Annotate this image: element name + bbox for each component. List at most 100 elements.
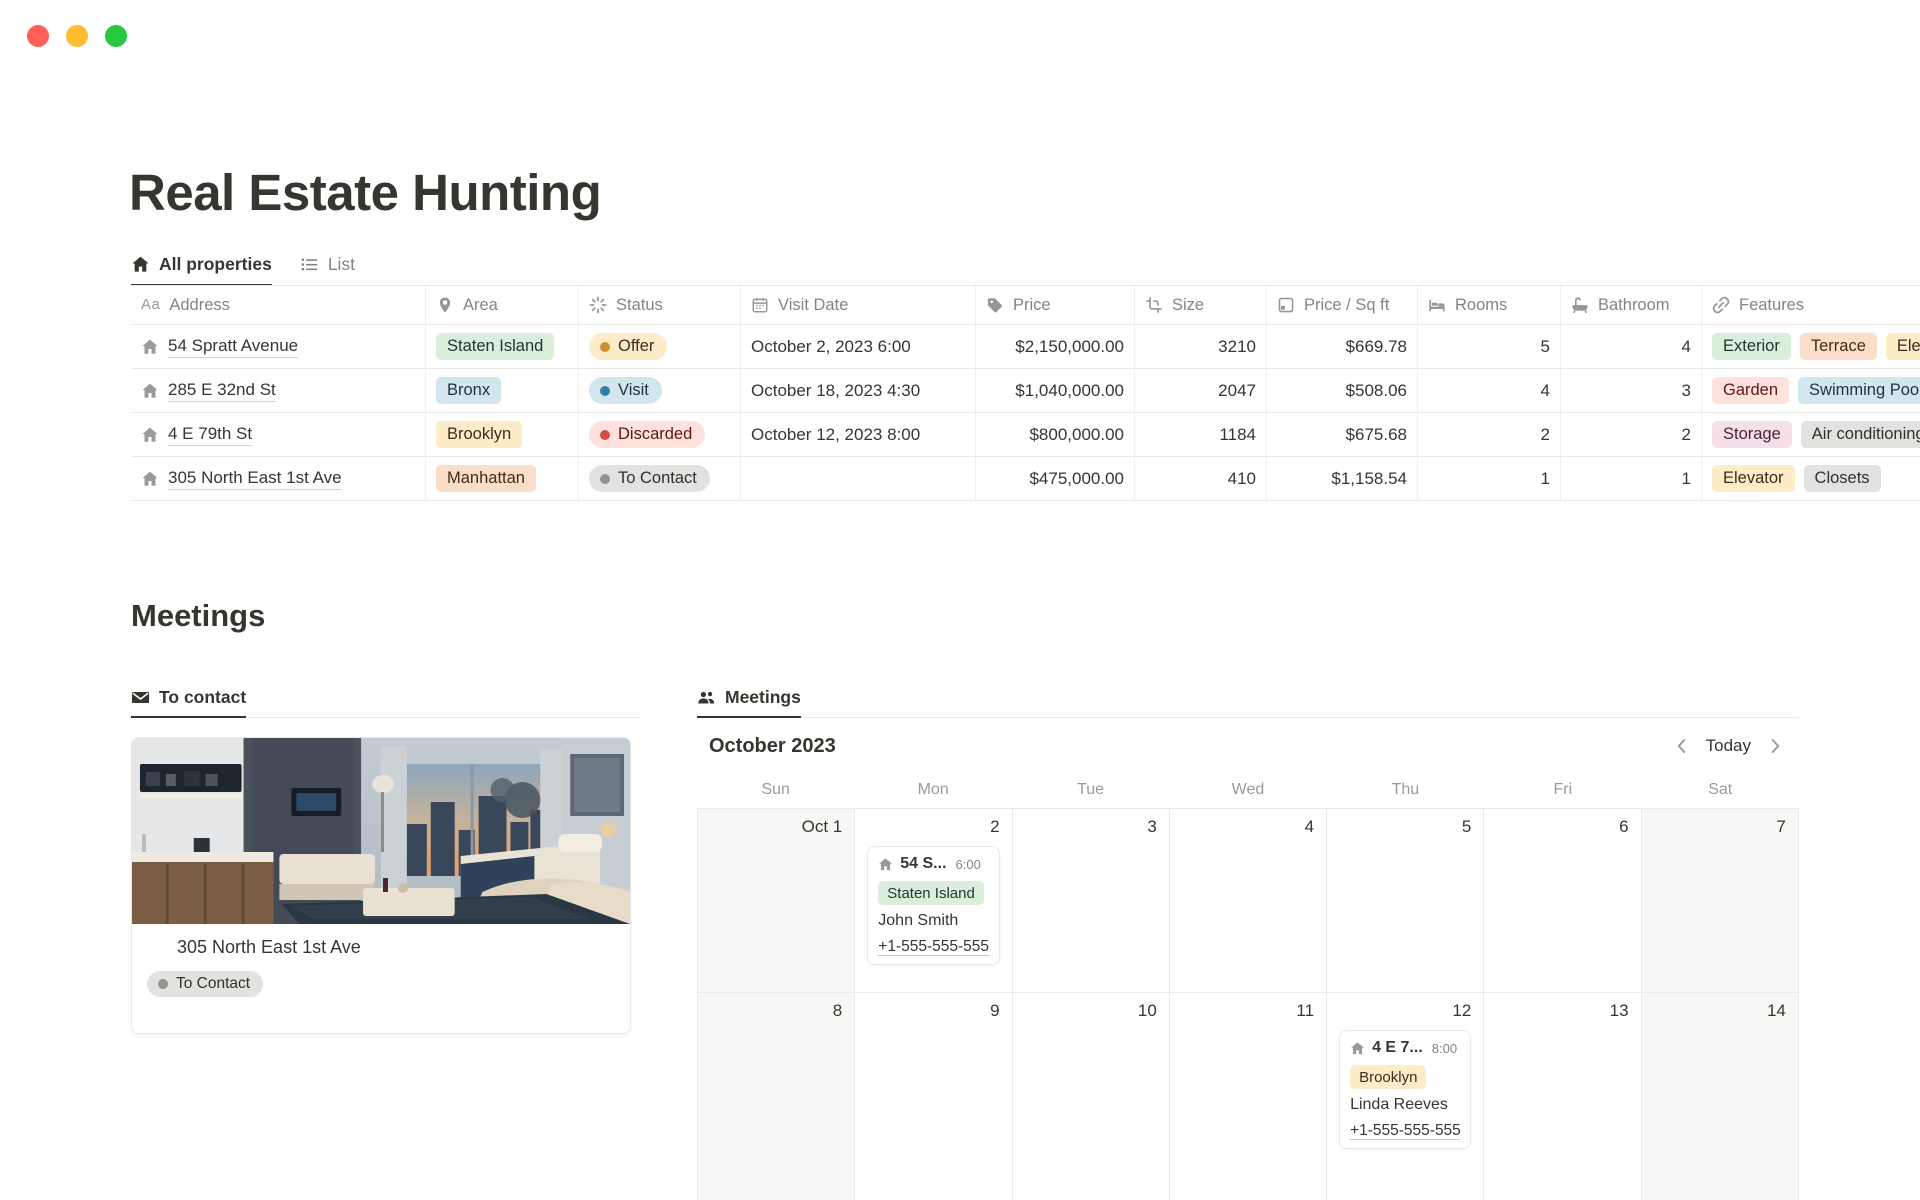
status-dot xyxy=(600,386,610,396)
status-dot xyxy=(600,430,610,440)
tag-air-conditioning: Air conditioning xyxy=(1801,421,1920,448)
price-tag-icon xyxy=(986,296,1004,314)
column-label: Status xyxy=(616,296,663,315)
day-number: Oct 1 xyxy=(710,817,842,837)
address-link[interactable]: 4 E 79th St xyxy=(168,423,252,445)
minimize-button[interactable] xyxy=(66,25,88,47)
column-header-price-sq-ft[interactable]: Price / Sq ft xyxy=(1267,286,1418,324)
day-number: 5 xyxy=(1339,817,1471,837)
cell-address: 285 E 32nd St xyxy=(131,369,426,412)
table-row[interactable]: 54 Spratt Avenue Staten Island Offer Octobe… xyxy=(131,325,1920,369)
column-header-price[interactable]: Price xyxy=(976,286,1135,324)
tab-list[interactable]: List xyxy=(300,245,355,286)
event-phone[interactable]: +1-555-555-5555 xyxy=(878,938,988,956)
weekday-label: Mon xyxy=(854,781,1011,799)
house-icon xyxy=(141,382,159,400)
tag-staten-island: Staten Island xyxy=(436,333,554,360)
fullscreen-button[interactable] xyxy=(105,25,127,47)
calendar-day-cell[interactable]: 3 xyxy=(1013,809,1170,993)
column-header-rooms[interactable]: Rooms xyxy=(1418,286,1561,324)
tag-staten-island: Staten Island xyxy=(878,881,984,905)
address-link[interactable]: 54 Spratt Avenue xyxy=(168,335,298,357)
event-time: 6:00 xyxy=(956,857,981,872)
cell-price: $2,150,000.00 xyxy=(976,325,1135,368)
calendar-day-cell[interactable]: 4 xyxy=(1170,809,1327,993)
location-pin-icon xyxy=(436,296,454,314)
house-icon xyxy=(141,426,159,444)
status-label: To Contact xyxy=(618,469,697,488)
house-icon xyxy=(141,470,159,488)
meeting-event-card[interactable]: 4 E 7...8:00BrooklynLinda Reeves+1-555-5… xyxy=(1339,1030,1471,1149)
tab-to-contact[interactable]: To contact xyxy=(131,678,246,718)
calendar-day-cell[interactable]: 14 xyxy=(1642,993,1799,1200)
calendar-day-cell[interactable]: 254 S...6:00Staten IslandJohn Smith+1-55… xyxy=(855,809,1012,993)
tab-all-properties[interactable]: All properties xyxy=(131,245,272,286)
status-dot xyxy=(158,979,168,989)
table-row[interactable]: 305 North East 1st AveManhattanTo Contac… xyxy=(131,457,1920,501)
tag-exterior: Exterior xyxy=(1712,333,1791,360)
calendar-day-cell[interactable]: 13 xyxy=(1484,993,1641,1200)
property-gallery-card[interactable]: 305 North East 1st Ave To Contact xyxy=(131,737,631,1034)
calendar-day-cell[interactable]: 124 E 7...8:00BrooklynLinda Reeves+1-555… xyxy=(1327,993,1484,1200)
calendar-day-cell[interactable]: 7 xyxy=(1642,809,1799,993)
column-header-area[interactable]: Area xyxy=(426,286,579,324)
cell-bathroom: 3 xyxy=(1561,369,1702,412)
column-label: Price xyxy=(1013,296,1051,315)
column-header-address[interactable]: AaAddress xyxy=(131,286,426,324)
chevron-left-icon[interactable] xyxy=(1672,736,1692,756)
tag-elevator: Elevator xyxy=(1712,465,1795,492)
cell-price: $800,000.00 xyxy=(976,413,1135,456)
weekday-label: Thu xyxy=(1327,781,1484,799)
status-dot xyxy=(600,474,610,484)
chevron-right-icon[interactable] xyxy=(1765,736,1785,756)
card-body: 305 North East 1st Ave To Contact xyxy=(132,924,630,997)
day-number: 10 xyxy=(1025,1001,1157,1021)
cell-visit-date: October 18, 2023 4:30 xyxy=(741,369,976,412)
calendar-day-cell[interactable]: 9 xyxy=(855,993,1012,1200)
card-title[interactable]: 305 North East 1st Ave xyxy=(147,937,615,958)
day-number: 4 xyxy=(1182,817,1314,837)
day-number: 8 xyxy=(710,1001,842,1021)
address-link[interactable]: 305 North East 1st Ave xyxy=(168,467,342,489)
column-label: Features xyxy=(1739,296,1804,315)
column-header-status[interactable]: Status xyxy=(579,286,741,324)
calendar-day-cell[interactable]: 5 xyxy=(1327,809,1484,993)
meeting-event-card[interactable]: 54 S...6:00Staten IslandJohn Smith+1-555… xyxy=(867,846,999,965)
calendar-day-cell[interactable]: 8 xyxy=(698,993,855,1200)
house-icon xyxy=(1350,1041,1365,1056)
cell-rooms: 4 xyxy=(1418,369,1561,412)
column-header-features[interactable]: Features xyxy=(1702,286,1920,324)
calendar-day-cell[interactable]: 6 xyxy=(1484,809,1641,993)
cell-rooms: 1 xyxy=(1418,457,1561,500)
cell-status: Visit xyxy=(579,369,741,412)
status-label: Offer xyxy=(618,337,654,356)
bathtub-icon xyxy=(1571,296,1589,314)
tab-label: List xyxy=(328,254,355,275)
column-label: Address xyxy=(169,296,230,315)
event-title: 4 E 7... xyxy=(1372,1039,1423,1057)
event-phone[interactable]: +1-555-555-5555 xyxy=(1350,1122,1460,1140)
cell-area: Staten Island xyxy=(426,325,579,368)
link-icon xyxy=(1712,296,1730,314)
table-row[interactable]: 285 E 32nd StBronxVisitOctober 18, 2023 … xyxy=(131,369,1920,413)
weekday-label: Fri xyxy=(1484,781,1641,799)
window-controls xyxy=(27,25,127,47)
cell-size: 1184 xyxy=(1135,413,1267,456)
calendar-day-cell[interactable]: Oct 1 xyxy=(698,809,855,993)
today-button[interactable]: Today xyxy=(1706,736,1751,756)
close-button[interactable] xyxy=(27,25,49,47)
tab-meetings[interactable]: Meetings xyxy=(697,678,801,718)
cell-bathroom: 4 xyxy=(1561,325,1702,368)
table-row[interactable]: 4 E 79th StBrooklynDiscardedOctober 12, … xyxy=(131,413,1920,457)
column-header-size[interactable]: Size xyxy=(1135,286,1267,324)
cell-features: StorageAir conditioning xyxy=(1702,413,1920,456)
card-address: 305 North East 1st Ave xyxy=(177,937,361,958)
address-link[interactable]: 285 E 32nd St xyxy=(168,379,276,401)
cell-visit-date: October 2, 2023 6:00 xyxy=(741,325,976,368)
column-header-visit-date[interactable]: Visit Date xyxy=(741,286,976,324)
calendar-day-cell[interactable]: 11 xyxy=(1170,993,1327,1200)
calendar-day-cell[interactable]: 10 xyxy=(1013,993,1170,1200)
column-header-bathroom[interactable]: Bathroom xyxy=(1561,286,1702,324)
status-label: To Contact xyxy=(176,975,250,993)
tab-label: All properties xyxy=(159,254,272,275)
